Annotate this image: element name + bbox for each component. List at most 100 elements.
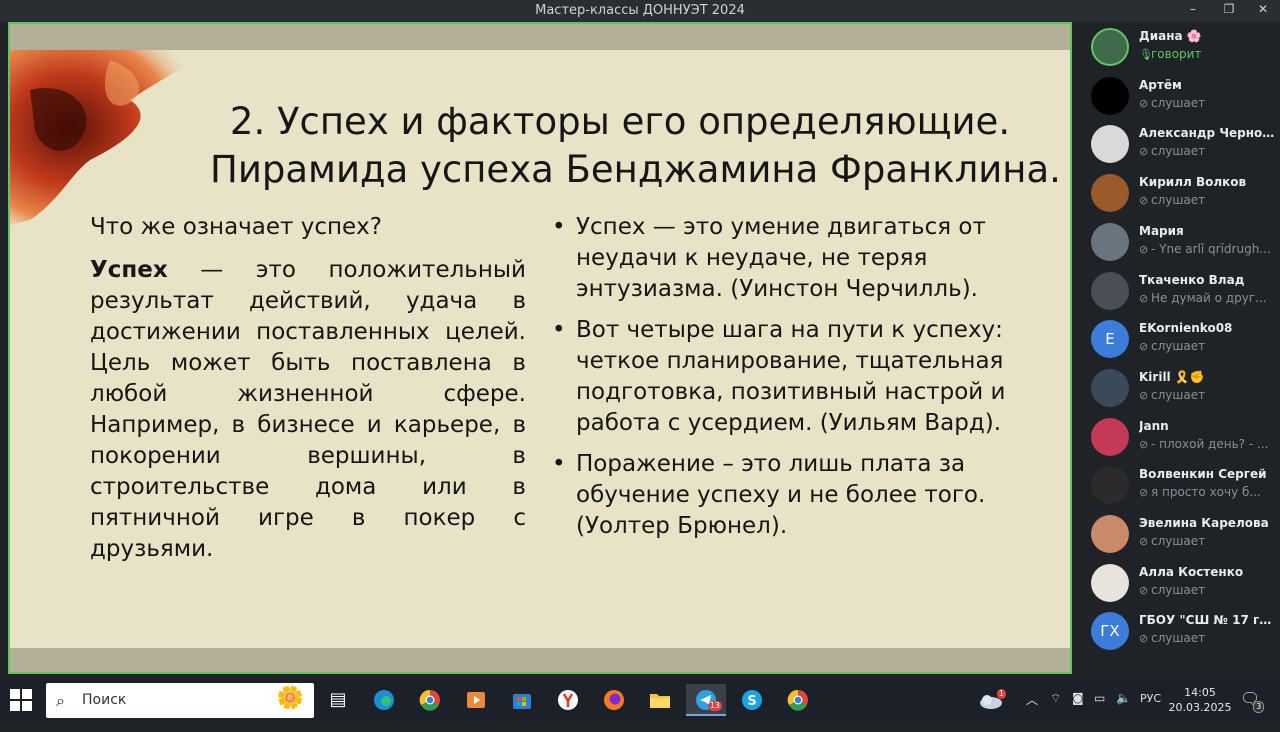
- participants-list[interactable]: Диана 🌸 🎙говорит Артём ⊘ слушает Александр Че…: [1080, 22, 1280, 680]
- participant-status: ⊘ слушает: [1139, 534, 1275, 548]
- participant-status: ⊘ слушает: [1139, 96, 1275, 110]
- mic-muted-icon: ⊘: [1139, 97, 1149, 110]
- avatar: [1091, 564, 1129, 602]
- mic-muted-icon: ⊘: [1139, 389, 1149, 402]
- avatar: [1091, 466, 1129, 504]
- wifi-icon[interactable]: ⌔: [1050, 691, 1061, 731]
- participant-item[interactable]: Мария ⊘ - Yne arlī qrīdrugh...: [1080, 217, 1280, 266]
- notification-center-icon[interactable]: 🗨 3: [1240, 689, 1265, 729]
- chrome-icon[interactable]: [410, 684, 450, 716]
- slide-top-band: [10, 24, 1070, 50]
- mic-muted-icon: ⊘: [1139, 632, 1149, 645]
- mic-muted-icon: ⊘: [1139, 292, 1149, 305]
- mic-muted-icon: ⊘: [1139, 486, 1149, 499]
- participant-item[interactable]: Артём ⊘ слушает: [1080, 71, 1280, 120]
- avatar: [1091, 28, 1129, 66]
- decorative-paint-splash: [10, 50, 210, 225]
- participant-name: Алла Костенко: [1139, 565, 1244, 579]
- slide-bullet-list: • Успех — это умение двигаться от неудачи…: [550, 212, 1020, 542]
- avatar: [1091, 223, 1129, 261]
- participant-status: ⊘ - Yne arlī qrīdrugh...: [1139, 242, 1275, 256]
- participant-name: ГБОУ "СШ № 17 г....: [1139, 613, 1275, 627]
- avatar: [1091, 174, 1129, 212]
- mic-muted-icon: ⊘: [1139, 145, 1149, 158]
- edge-icon[interactable]: [364, 684, 404, 716]
- avatar: ГХ: [1091, 612, 1129, 650]
- file-explorer-icon[interactable]: [640, 684, 680, 716]
- avatar: [1091, 515, 1129, 553]
- minimize-button[interactable]: –: [1180, 2, 1206, 20]
- participant-status-text: слушает: [1151, 96, 1206, 110]
- search-icon: ⌕: [56, 691, 65, 710]
- participant-name: Диана 🌸: [1139, 29, 1202, 43]
- store-icon[interactable]: [502, 684, 542, 716]
- participant-name: Ткаченко Влад: [1139, 273, 1245, 287]
- shared-screen: 2. Успех и факторы его определяющие. Пир…: [8, 22, 1072, 674]
- participant-status: 🎙говорит: [1139, 47, 1275, 61]
- media-player-icon[interactable]: [456, 684, 496, 716]
- participant-item[interactable]: Эвелина Карелова ⊘ слушает: [1080, 509, 1280, 558]
- firefox-icon[interactable]: [594, 684, 634, 716]
- taskbar-search-box[interactable]: ⌕ Поиск 🌼: [46, 683, 314, 718]
- participant-name: Александр Черно...: [1139, 126, 1275, 140]
- skype-icon[interactable]: S: [732, 684, 772, 716]
- participant-item[interactable]: Ткаченко Влад ⊘ Не думай о друг...: [1080, 266, 1280, 315]
- slide-bullet: • Успех — это умение двигаться от неудачи…: [550, 212, 1020, 305]
- telegram-icon[interactable]: 13: [686, 684, 726, 716]
- participant-status-text: слушает: [1151, 193, 1206, 207]
- participant-item[interactable]: Jann ⊘ - плохой день? - ...: [1080, 412, 1280, 461]
- avatar: [1091, 418, 1129, 456]
- tray-app-icon[interactable]: ◙: [1072, 691, 1084, 731]
- language-indicator[interactable]: РУС: [1140, 692, 1161, 732]
- search-placeholder: Поиск: [82, 692, 127, 708]
- battery-icon[interactable]: ▭: [1094, 691, 1105, 731]
- close-button[interactable]: ✕: [1250, 2, 1276, 20]
- notification-count: 3: [1253, 701, 1265, 713]
- chrome-profile-icon[interactable]: [778, 684, 818, 716]
- windows-start-icon[interactable]: [10, 689, 32, 711]
- weather-icon[interactable]: 1: [978, 680, 1008, 720]
- participant-name: Мария: [1139, 224, 1184, 238]
- participant-item[interactable]: Волвенкин Сергей ⊘ я просто хочу б...: [1080, 460, 1280, 509]
- participant-status-text: говорит: [1151, 47, 1202, 61]
- slide-heading: 2. Успех и факторы его определяющие. Пир…: [210, 98, 1061, 194]
- participant-status-text: слушает: [1151, 631, 1206, 645]
- participant-status-text: слушает: [1151, 534, 1206, 548]
- participant-status-text: слушает: [1151, 583, 1206, 597]
- slide-bullet: • Поражение – это лишь плата за обучение …: [550, 449, 1020, 542]
- avatar: E: [1091, 320, 1129, 358]
- participant-item[interactable]: Алла Костенко ⊘ слушает: [1080, 558, 1280, 607]
- participant-item[interactable]: ГХ ГБОУ "СШ № 17 г.... ⊘ слушает: [1080, 606, 1280, 655]
- participant-item[interactable]: Кирилл Волков ⊘ слушает: [1080, 168, 1280, 217]
- clock-time: 14:05: [1184, 686, 1216, 699]
- flowers-icon: 🌼: [276, 686, 304, 711]
- taskbar: ⌕ Поиск 🌼 ▤ 13 S 1 ︿ ⌔ ◙ ▭ 🔈 РУС 14:05 2…: [0, 680, 1280, 720]
- slide-left-column: Что же означает успех? Успех — это полож…: [90, 212, 526, 565]
- tray-chevron-up-icon[interactable]: ︿: [1026, 691, 1038, 731]
- telegram-unread-badge: 13: [707, 701, 722, 711]
- participant-item[interactable]: E EKornienko08 ⊘ слушает: [1080, 314, 1280, 363]
- svg-text:S: S: [747, 694, 756, 709]
- participant-status: ⊘ слушает: [1139, 583, 1275, 597]
- bullet-dot-icon: •: [552, 317, 566, 343]
- maximize-button[interactable]: ❐: [1216, 2, 1242, 20]
- participant-name: EKornienko08: [1139, 321, 1233, 335]
- volume-icon[interactable]: 🔈: [1116, 691, 1131, 731]
- bullet-text: Поражение – это лишь плата за обучение у…: [576, 451, 986, 539]
- participant-status: ⊘ слушает: [1139, 388, 1275, 402]
- participant-status-text: слушает: [1151, 388, 1206, 402]
- yandex-browser-icon[interactable]: [548, 684, 588, 716]
- taskbar-clock[interactable]: 14:05 20.03.2025: [1168, 685, 1232, 715]
- bullet-text: Вот четыре шага на пути к успеху: четкое…: [576, 317, 1006, 436]
- mic-muted-icon: ⊘: [1139, 584, 1149, 597]
- definition-term: Успех: [90, 257, 168, 283]
- slide-right-column: • Успех — это умение двигаться от неудачи…: [550, 212, 1020, 552]
- slide-question: Что же означает успех?: [90, 214, 382, 240]
- participant-item[interactable]: Александр Черно... ⊘ слушает: [1080, 119, 1280, 168]
- participant-item[interactable]: Kirill 🎗️✊ ⊘ слушает: [1080, 363, 1280, 412]
- bullet-text: Успех — это умение двигаться от неудачи …: [576, 214, 986, 302]
- participant-item[interactable]: Диана 🌸 🎙говорит: [1080, 22, 1280, 71]
- mic-muted-icon: ⊘: [1139, 340, 1149, 353]
- task-view-icon[interactable]: ▤: [318, 684, 358, 716]
- mic-on-icon: 🎙: [1139, 48, 1153, 61]
